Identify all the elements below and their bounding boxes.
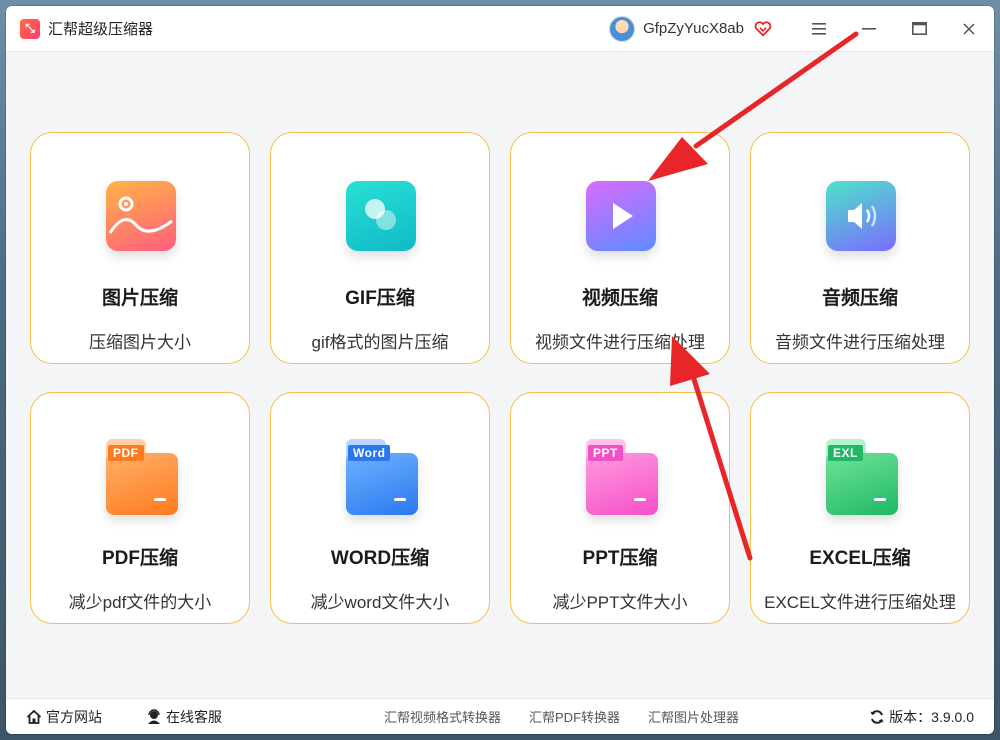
menu-button[interactable] [794,6,844,52]
support-link[interactable]: 在线客服 [146,707,222,727]
excel-folder-icon: EXL [822,439,898,515]
tool-desc: 减少PPT文件大小 [552,593,688,612]
pdf-label: PDF [108,445,144,461]
refresh-icon [870,709,884,724]
minimize-icon [862,27,876,30]
maximize-button[interactable] [894,6,944,52]
website-label: 官方网站 [46,708,102,725]
footer-bar: 官方网站 在线客服 汇帮视频格式转换器 汇帮PDF转换器 汇帮图片处理器 版本：… [6,698,994,734]
ppt-folder-icon: PPT [582,439,658,515]
tool-card-image[interactable]: 图片压缩 压缩图片大小 [30,132,250,364]
tool-card-video[interactable]: 视频压缩 视频文件进行压缩处理 [510,132,730,364]
menu-icon [812,22,826,35]
footer-link-video-converter[interactable]: 汇帮视频格式转换器 [384,707,501,726]
tool-desc: 视频文件进行压缩处理 [535,333,705,352]
user-avatar[interactable] [609,15,636,42]
tool-title: 视频压缩 [581,288,658,309]
close-button[interactable] [944,6,994,52]
footer-link-image-processor[interactable]: 汇帮图片处理器 [648,707,739,726]
close-icon [963,22,975,35]
gif-icon [342,179,418,255]
maximize-icon [911,22,927,35]
tool-desc: EXCEL文件进行压缩处理 [764,593,956,612]
tool-title: WORD压缩 [330,548,430,569]
tool-title: 图片压缩 [101,288,178,309]
tool-desc: 减少pdf文件的大小 [68,593,212,612]
version-label: 版本： [889,708,932,725]
pdf-folder-icon: PDF [102,439,178,515]
tool-desc: 压缩图片大小 [89,333,191,352]
title-bar: ⤡ 汇帮超级压缩器 GfpZyYucX8ab [6,6,994,52]
tool-grid: 图片压缩 压缩图片大小 GIF压缩 gif格式的图片压缩 视频压缩 视频文件进行… [30,132,970,632]
word-folder-icon: Word [342,439,418,515]
image-icon [102,179,178,255]
tool-title: PDF压缩 [101,548,178,569]
tool-title: EXCEL压缩 [809,548,911,569]
tool-card-word[interactable]: Word WORD压缩 减少word文件大小 [270,392,490,624]
tool-card-pdf[interactable]: PDF PDF压缩 减少pdf文件的大小 [30,392,250,624]
app-title: 汇帮超级压缩器 [48,21,154,38]
version-number: 3.9.0.0 [931,708,974,725]
tool-title: 音频压缩 [821,288,898,309]
ppt-label: PPT [588,445,623,461]
minimize-button[interactable] [844,6,894,52]
footer-link-pdf-converter[interactable]: 汇帮PDF转换器 [529,707,620,726]
home-icon [26,709,42,724]
support-label: 在线客服 [166,708,222,725]
tool-card-audio[interactable]: 音频压缩 音频文件进行压缩处理 [750,132,970,364]
tool-desc: 音频文件进行压缩处理 [775,333,945,352]
tool-desc: 减少word文件大小 [310,593,450,612]
video-play-icon [582,179,658,255]
excel-label: EXL [828,445,863,461]
audio-speaker-icon [822,179,898,255]
tool-card-excel[interactable]: EXL EXCEL压缩 EXCEL文件进行压缩处理 [750,392,970,624]
tool-desc: gif格式的图片压缩 [311,333,449,352]
website-link[interactable]: 官方网站 [26,707,102,727]
word-label: Word [348,445,391,461]
app-window: ⤡ 汇帮超级压缩器 GfpZyYucX8ab 图片压缩 压缩图片大小 GIF压缩… [6,6,994,734]
username[interactable]: GfpZyYucX8ab [643,20,744,37]
tool-card-ppt[interactable]: PPT PPT压缩 减少PPT文件大小 [510,392,730,624]
version-info[interactable]: 版本： 3.9.0.0 [869,707,974,727]
tool-card-gif[interactable]: GIF压缩 gif格式的图片压缩 [270,132,490,364]
tool-title: PPT压缩 [582,548,658,569]
customer-service-icon [148,708,160,724]
app-logo-icon: ⤡ [20,18,40,39]
tool-title: GIF压缩 [345,288,415,309]
vip-heart-icon[interactable] [754,20,772,38]
